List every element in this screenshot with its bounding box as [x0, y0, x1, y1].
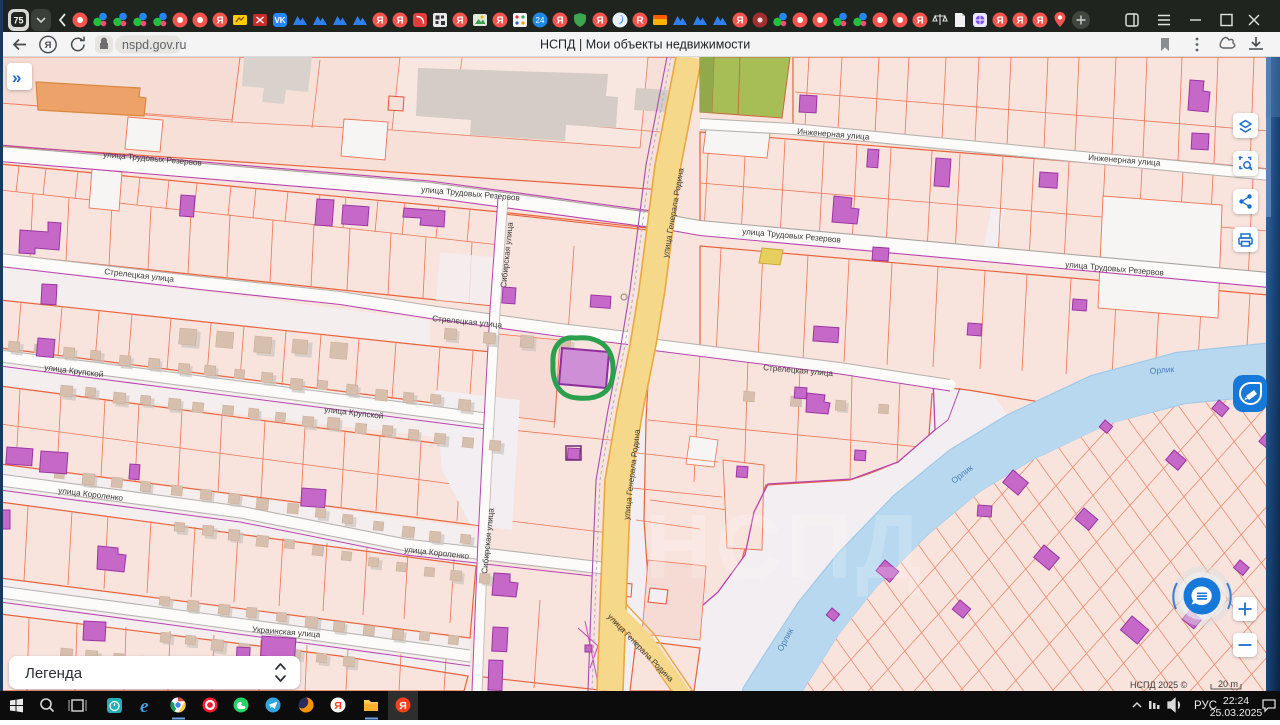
svg-text:НСПД: НСПД [645, 496, 926, 598]
svg-text:Я: Я [1016, 16, 1023, 27]
svg-text:VK: VK [274, 16, 285, 25]
svg-text:nspd.gov.ru: nspd.gov.ru [122, 38, 186, 52]
svg-text:Я: Я [916, 16, 923, 27]
svg-text:Я: Я [216, 16, 223, 27]
svg-text:Я: Я [596, 16, 603, 27]
svg-text:R: R [636, 16, 644, 27]
svg-text:Я: Я [45, 40, 52, 51]
svg-text:Я: Я [334, 700, 342, 712]
svg-text:Я: Я [376, 16, 383, 27]
svg-text:Я: Я [496, 16, 503, 27]
svg-text:Я: Я [396, 16, 403, 27]
svg-text:e: e [140, 696, 149, 717]
svg-text:20 m: 20 m [1218, 679, 1238, 689]
svg-text:Легенда: Легенда [25, 665, 83, 682]
svg-text:Я: Я [736, 16, 743, 27]
svg-text:Я: Я [996, 16, 1003, 27]
svg-text:НСПД 2025 ©: НСПД 2025 © [1130, 680, 1188, 690]
svg-text:Я: Я [399, 700, 407, 712]
svg-text:»: » [12, 68, 21, 87]
svg-text:25.03.2025: 25.03.2025 [1210, 707, 1263, 719]
svg-text:75: 75 [13, 16, 23, 26]
svg-text:22:24: 22:24 [1223, 695, 1249, 707]
svg-text:24: 24 [536, 16, 545, 25]
svg-text:НСПД | Мои объекты недвижимост: НСПД | Мои объекты недвижимости [540, 38, 750, 52]
svg-text:Я: Я [1036, 16, 1043, 27]
svg-text:Я: Я [456, 16, 463, 27]
svg-text:Я: Я [556, 16, 563, 27]
